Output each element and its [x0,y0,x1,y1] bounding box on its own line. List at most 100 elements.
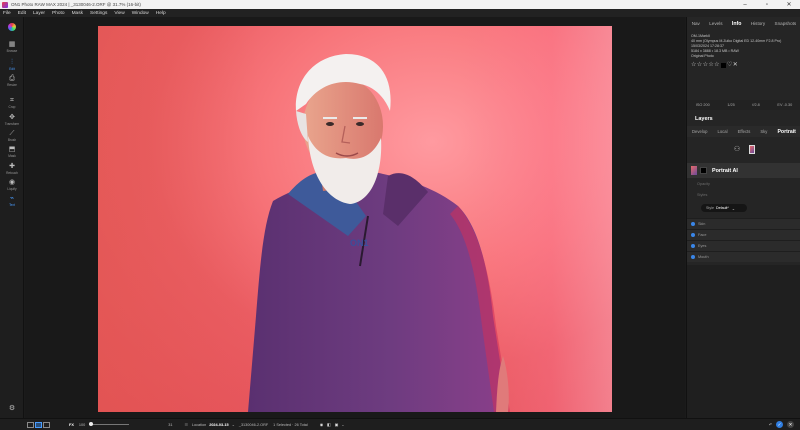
color-label-swatch[interactable] [720,63,726,68]
tool-label: Retouch [6,171,18,175]
opacity-label[interactable]: Opacity [697,182,710,186]
tab-develop[interactable]: Develop [692,129,707,134]
tab-levels[interactable]: Levels [709,21,722,26]
date-label[interactable]: 2024-03-15 [209,423,228,427]
mask-thumbnail[interactable] [700,167,707,174]
chevron-down-icon[interactable]: ⌄ [341,422,344,427]
done-check-icon[interactable]: ✓ [776,421,783,428]
tool-transform[interactable]: ✥ Transform [0,114,24,126]
zoom-value: 100 [78,422,86,427]
menu-mask[interactable]: Mask [72,11,83,16]
star-icon[interactable]: ☆ [714,62,719,69]
tool-crop[interactable]: ⌗ Crop [0,97,24,109]
section-face[interactable]: Face [687,229,800,240]
add-face-icon[interactable]: ⚇ [733,145,741,153]
star-icon[interactable]: ☆ [703,62,708,69]
menu-bar: File Edit Layer Photo Mask Settings View… [0,9,800,17]
split-icon[interactable]: ▣ [335,422,339,427]
tab-portrait[interactable]: Portrait [777,129,795,135]
zoom-slider-handle[interactable] [89,422,94,426]
move-icon: ✥ [9,114,15,121]
star-icon[interactable]: ☆ [708,62,713,69]
menu-photo[interactable]: Photo [52,11,65,16]
layers-heading[interactable]: Layers [695,116,713,122]
zoom-slider[interactable] [89,422,130,426]
portrait-ai-header[interactable]: Portrait AI [687,163,800,178]
portrait-photo[interactable]: ON1 [98,26,612,412]
styles-label[interactable]: Styles [697,193,707,197]
chevron-down-icon[interactable]: ⌄ [232,422,235,427]
section-mouth[interactable]: Mouth [687,251,800,262]
tool-liquify[interactable]: ◉ Liquify [0,179,24,191]
exif-iso: ISO 200 [695,103,710,107]
menu-layer[interactable]: Layer [33,11,45,16]
grid-view-icon[interactable] [27,421,34,428]
exif-bar: ISO 200 1/25 f/2.8 EV -0.30 [687,100,800,110]
tab-info[interactable]: Info [732,21,742,27]
tool-brush[interactable]: ⟋ Brush [0,130,24,142]
menu-file[interactable]: File [3,11,11,16]
tool-mask[interactable]: ⬒ Mask [0,146,24,158]
section-label: Mouth [698,255,709,259]
exif-ev: EV -0.30 [777,103,793,107]
tool-retouch[interactable]: ✚ Retouch [0,163,24,175]
star-icon[interactable]: ☆ [697,62,702,69]
toggle-dot-icon[interactable] [691,222,695,226]
text-icon: ⌁ [9,195,15,202]
tool-label: Transform [4,122,20,126]
eye-icon[interactable]: ◉ [320,422,323,427]
close-button[interactable]: ✕ [778,0,800,9]
image-canvas[interactable]: ON1 [25,17,685,418]
star-icon[interactable]: ☆ [691,62,696,69]
face-thumbnail[interactable] [749,144,755,154]
single-view-icon[interactable] [35,421,42,428]
tool-settings[interactable]: ⚙ [0,405,24,412]
filter-name: Portrait AI [712,167,738,174]
tab-effects[interactable]: Effects [738,129,751,134]
heart-icon[interactable]: ♡ [727,62,732,69]
bottom-bar: FX 100 31 ☰ Location 2024-03-15 ⌄ _31300… [0,418,800,430]
tool-text[interactable]: ⌁ Text [0,195,24,207]
sort-icon[interactable]: ☰ [184,422,187,427]
minimize-button[interactable]: – [734,0,756,9]
tool-browse[interactable]: ▦ Browse [0,41,24,53]
cancel-x-icon[interactable]: ✕ [787,421,794,428]
tool-label: Brush [7,138,17,142]
tool-label: Mask [8,154,16,158]
toggle-dot-icon[interactable] [691,244,695,248]
tool-label: Browse [6,49,18,53]
maximize-button[interactable]: ▫ [756,0,778,9]
bottom-right-actions: ↶ ✓ ✕ [769,421,794,428]
tool-resize[interactable]: ⎙ Resize [0,75,24,87]
module-tabs: Develop Local Effects Sky Portrait [687,126,800,137]
tool-edit[interactable]: ⫶ Edit [0,59,24,71]
reject-icon[interactable]: ✕ [733,62,738,69]
filter-thumbnail [691,166,697,175]
right-panel: Nav Levels Info History Snapshots OM-1Ma… [686,17,800,418]
section-skin[interactable]: Skin [687,218,800,229]
tab-nav[interactable]: Nav [692,21,700,26]
toggle-dot-icon[interactable] [691,255,695,259]
toggle-dot-icon[interactable] [691,233,695,237]
style-dropdown[interactable]: Style Default* ⌄ [701,204,747,212]
subject-illustration: ON1 [248,54,510,412]
style-dropdown-value: Default* [716,206,729,210]
tab-history[interactable]: History [751,21,765,26]
tab-snapshots[interactable]: Snapshots [775,21,797,26]
compare-icon[interactable]: ◧ [327,422,331,427]
tab-local[interactable]: Local [717,129,727,134]
window-controls: – ▫ ✕ [734,0,800,9]
tab-sky[interactable]: Sky [760,129,767,134]
menu-window[interactable]: Window [132,11,149,16]
menu-help[interactable]: Help [156,11,166,16]
svg-text:ON1: ON1 [350,238,369,248]
menu-view[interactable]: View [114,11,124,16]
menu-settings[interactable]: Settings [90,11,107,16]
panel-tabs: Nav Levels Info History Snapshots [687,17,800,30]
section-eyes[interactable]: Eyes [687,240,800,251]
undo-icon[interactable]: ↶ [769,422,772,427]
menu-edit[interactable]: Edit [18,11,26,16]
preview-toggle[interactable]: FX [69,423,74,427]
compare-view-icon[interactable] [43,421,50,428]
panel-empty-area [687,265,800,418]
